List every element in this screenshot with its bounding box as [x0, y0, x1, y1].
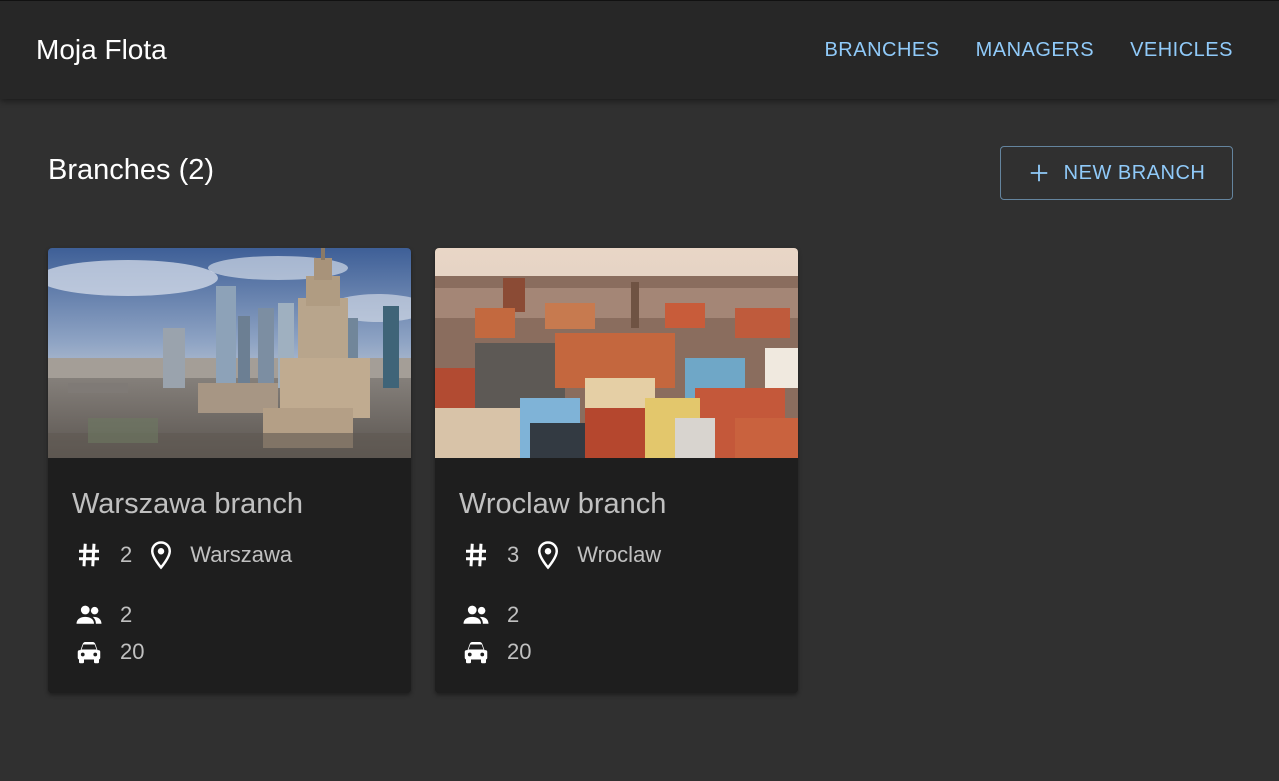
hash-icon: [466, 543, 486, 567]
car-icon: [77, 642, 101, 664]
hash-icon: [79, 543, 99, 567]
people-icon: [463, 605, 489, 624]
nav-vehicles[interactable]: VEHICLES: [1130, 37, 1233, 63]
location-pin-icon: [538, 541, 559, 570]
new-branch-button[interactable]: NEW BRANCH: [1000, 146, 1233, 200]
branch-managers-row: 2: [74, 600, 132, 630]
car-icon: [464, 642, 488, 664]
location-pin-icon: [151, 541, 172, 570]
branch-name: Wroclaw branch: [459, 488, 667, 520]
branch-city: Warszawa: [190, 542, 293, 567]
branch-vehicles-row: 20: [461, 637, 531, 667]
branch-id: 2: [120, 542, 133, 567]
branch-id: 3: [507, 542, 520, 567]
branch-photo-wroclaw: [435, 248, 798, 458]
page-title: Branches (2): [48, 154, 215, 186]
nav-managers[interactable]: MANAGERS: [976, 37, 1094, 63]
branch-photo-warszawa: [48, 248, 411, 458]
branch-vehicles-count: 20: [507, 639, 532, 664]
plus-icon: [1030, 164, 1047, 182]
app-title[interactable]: Moja Flota: [36, 32, 167, 68]
branch-city: Wroclaw: [577, 542, 662, 567]
branch-card[interactable]: Wroclaw branch 3 Wroclaw 2 20: [435, 248, 798, 693]
branch-card[interactable]: Warszawa branch 2 Warszawa 2 20: [48, 248, 411, 693]
app-bar: Moja Flota BRANCHES MANAGERS VEHICLES: [0, 0, 1279, 99]
branch-managers-count: 2: [120, 602, 133, 627]
branch-managers-row: 2: [461, 600, 519, 630]
main-nav: BRANCHES MANAGERS VEHICLES: [824, 37, 1233, 63]
people-icon: [76, 605, 102, 624]
branch-vehicles-row: 20: [74, 637, 144, 667]
new-branch-label: NEW BRANCH: [1063, 161, 1206, 184]
branch-name: Warszawa branch: [72, 488, 304, 520]
branch-managers-count: 2: [507, 602, 520, 627]
nav-branches[interactable]: BRANCHES: [824, 37, 939, 63]
branch-id-location-row: 2 Warszawa: [74, 540, 292, 570]
branch-id-location-row: 3 Wroclaw: [461, 540, 661, 570]
branch-vehicles-count: 20: [120, 639, 145, 664]
